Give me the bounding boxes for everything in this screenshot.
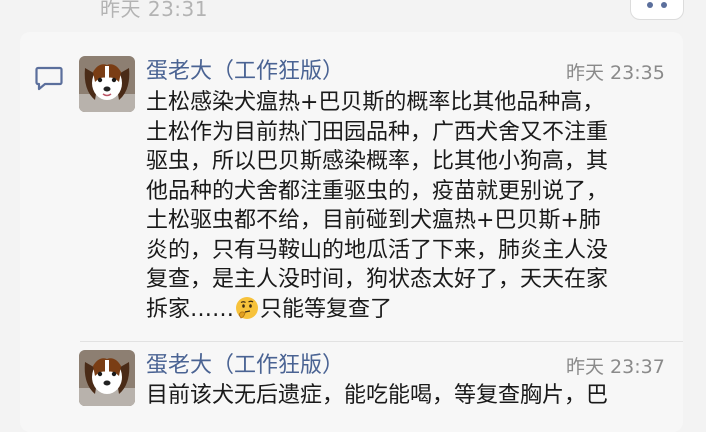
author-name[interactable]: 蛋老大（工作狂版）	[146, 347, 344, 379]
comment-line: 复查，是主人没时间，狗状态太好了，天天在家	[146, 267, 609, 292]
comment-line: 目前该犬无后遗症，能吃能喝，等复查胸片，巴	[146, 383, 609, 408]
comment-line-part: 拆家……	[146, 296, 235, 322]
comment-line-part: 只能等复查了	[260, 296, 393, 322]
comment-time: 昨天 23:37	[566, 356, 665, 378]
comment-line: 炎的，只有马鞍山的地瓜活了下来，肺炎主人没	[146, 237, 609, 263]
comment-divider	[80, 341, 683, 342]
avatar[interactable]	[79, 56, 135, 112]
more-options-button[interactable]	[630, 0, 684, 20]
prev-comment-time: 昨天 23:31	[100, 0, 208, 21]
comment-time: 昨天 23:35	[566, 62, 665, 84]
comment-line: 土松感染犬瘟热+巴贝斯的概率比其他品种高，	[146, 90, 605, 115]
more-dot	[647, 2, 653, 8]
thinking-face-emoji	[235, 296, 259, 329]
comment-line: 他品种的犬舍都注重驱虫的，疫苗就更别说了，	[146, 178, 609, 204]
comment-text: 目前该犬无后遗症，能吃能喝，等复查胸片，巴	[146, 381, 686, 411]
comment-line: 土松驱虫都不给，目前碰到犬瘟热+巴贝斯+肺	[146, 208, 601, 233]
comment-bubble-icon[interactable]	[35, 66, 63, 96]
author-name[interactable]: 蛋老大（工作狂版）	[146, 53, 344, 85]
comment-line: 驱虫，所以巴贝斯感染概率，比其他小狗高，其	[146, 149, 609, 174]
comment-text: 土松感染犬瘟热+巴贝斯的概率比其他品种高， 土松作为目前热门田园品种，广西犬舍又…	[146, 88, 686, 328]
comment-line: 土松作为目前热门田园品种，广西犬舍又不注重	[146, 119, 609, 145]
more-dot	[661, 2, 667, 8]
comment-last-line: 拆家…… 只能等复查了	[146, 295, 686, 329]
avatar[interactable]	[79, 350, 135, 406]
